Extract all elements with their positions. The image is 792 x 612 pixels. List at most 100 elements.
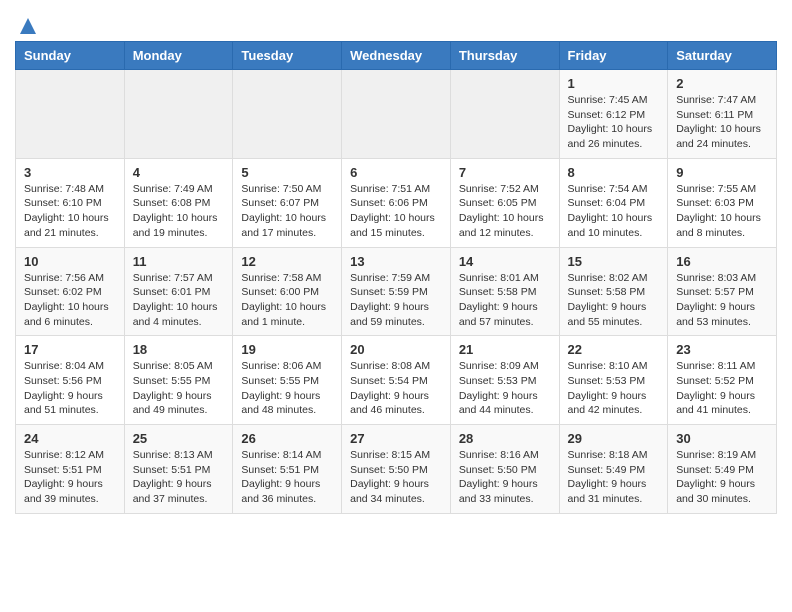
day-info: Sunrise: 7:58 AMSunset: 6:00 PMDaylight:… <box>241 272 326 328</box>
column-header-friday: Friday <box>559 42 668 70</box>
day-cell: 4 Sunrise: 7:49 AMSunset: 6:08 PMDaylight… <box>124 158 233 247</box>
day-info: Sunrise: 8:04 AMSunset: 5:56 PMDaylight:… <box>24 360 104 416</box>
day-info: Sunrise: 8:10 AMSunset: 5:53 PMDaylight:… <box>568 360 648 416</box>
week-row-2: 3 Sunrise: 7:48 AMSunset: 6:10 PMDaylight… <box>16 158 777 247</box>
day-number: 22 <box>568 342 660 357</box>
day-cell: 12 Sunrise: 7:58 AMSunset: 6:00 PMDayligh… <box>233 247 342 336</box>
day-number: 24 <box>24 431 116 446</box>
day-info: Sunrise: 8:11 AMSunset: 5:52 PMDaylight:… <box>676 360 755 416</box>
week-row-5: 24 Sunrise: 8:12 AMSunset: 5:51 PMDayligh… <box>16 425 777 514</box>
day-cell: 5 Sunrise: 7:50 AMSunset: 6:07 PMDaylight… <box>233 158 342 247</box>
day-number: 8 <box>568 165 660 180</box>
day-cell: 24 Sunrise: 8:12 AMSunset: 5:51 PMDayligh… <box>16 425 125 514</box>
day-cell: 25 Sunrise: 8:13 AMSunset: 5:51 PMDayligh… <box>124 425 233 514</box>
column-header-monday: Monday <box>124 42 233 70</box>
day-number: 19 <box>241 342 333 357</box>
day-cell: 8 Sunrise: 7:54 AMSunset: 6:04 PMDaylight… <box>559 158 668 247</box>
day-number: 21 <box>459 342 551 357</box>
day-number: 11 <box>133 254 225 269</box>
day-info: Sunrise: 8:19 AMSunset: 5:49 PMDaylight:… <box>676 449 756 505</box>
day-cell: 21Sunrise: 8:09 AMSunset: 5:53 PMDayligh… <box>450 336 559 425</box>
day-cell: 16 Sunrise: 8:03 AMSunset: 5:57 PMDayligh… <box>668 247 777 336</box>
day-number: 10 <box>24 254 116 269</box>
day-info: Sunrise: 7:57 AMSunset: 6:01 PMDaylight:… <box>133 272 218 328</box>
day-cell: 6 Sunrise: 7:51 AMSunset: 6:06 PMDaylight… <box>342 158 451 247</box>
day-info: Sunrise: 8:12 AMSunset: 5:51 PMDaylight:… <box>24 449 104 505</box>
day-number: 28 <box>459 431 551 446</box>
day-info: Sunrise: 8:02 AMSunset: 5:58 PMDaylight:… <box>568 272 648 328</box>
day-number: 18 <box>133 342 225 357</box>
day-number: 12 <box>241 254 333 269</box>
day-info: Sunrise: 8:16 AMSunset: 5:50 PMDaylight:… <box>459 449 539 505</box>
day-cell <box>342 70 451 159</box>
day-info: Sunrise: 8:15 AMSunset: 5:50 PMDaylight:… <box>350 449 430 505</box>
day-cell: 28 Sunrise: 8:16 AMSunset: 5:50 PMDayligh… <box>450 425 559 514</box>
day-number: 4 <box>133 165 225 180</box>
day-number: 6 <box>350 165 442 180</box>
day-info: Sunrise: 7:54 AMSunset: 6:04 PMDaylight:… <box>568 183 653 239</box>
column-header-sunday: Sunday <box>16 42 125 70</box>
day-info: Sunrise: 8:03 AMSunset: 5:57 PMDaylight:… <box>676 272 756 328</box>
day-info: Sunrise: 7:47 AMSunset: 6:11 PMDaylight:… <box>676 94 761 150</box>
day-number: 26 <box>241 431 333 446</box>
day-number: 13 <box>350 254 442 269</box>
day-cell <box>16 70 125 159</box>
day-info: Sunrise: 7:48 AMSunset: 6:10 PMDaylight:… <box>24 183 109 239</box>
header-row: SundayMondayTuesdayWednesdayThursdayFrid… <box>16 42 777 70</box>
day-info: Sunrise: 7:49 AMSunset: 6:08 PMDaylight:… <box>133 183 218 239</box>
day-info: Sunrise: 7:50 AMSunset: 6:07 PMDaylight:… <box>241 183 326 239</box>
day-cell: 14 Sunrise: 8:01 AMSunset: 5:58 PMDayligh… <box>450 247 559 336</box>
day-info: Sunrise: 8:13 AMSunset: 5:51 PMDaylight:… <box>133 449 213 505</box>
week-row-4: 17Sunrise: 8:04 AMSunset: 5:56 PMDayligh… <box>16 336 777 425</box>
day-number: 1 <box>568 76 660 91</box>
week-row-1: 1 Sunrise: 7:45 AMSunset: 6:12 PMDaylight… <box>16 70 777 159</box>
day-cell: 17Sunrise: 8:04 AMSunset: 5:56 PMDayligh… <box>16 336 125 425</box>
day-number: 30 <box>676 431 768 446</box>
day-cell: 2 Sunrise: 7:47 AMSunset: 6:11 PMDaylight… <box>668 70 777 159</box>
day-number: 5 <box>241 165 333 180</box>
day-cell <box>124 70 233 159</box>
day-cell: 27 Sunrise: 8:15 AMSunset: 5:50 PMDayligh… <box>342 425 451 514</box>
day-number: 7 <box>459 165 551 180</box>
day-info: Sunrise: 8:01 AMSunset: 5:58 PMDaylight:… <box>459 272 539 328</box>
day-number: 27 <box>350 431 442 446</box>
day-cell: 19 Sunrise: 8:06 AMSunset: 5:55 PMDayligh… <box>233 336 342 425</box>
day-cell: 26Sunrise: 8:14 AMSunset: 5:51 PMDayligh… <box>233 425 342 514</box>
header <box>15 15 777 33</box>
day-cell: 23 Sunrise: 8:11 AMSunset: 5:52 PMDayligh… <box>668 336 777 425</box>
day-cell <box>233 70 342 159</box>
day-cell: 15 Sunrise: 8:02 AMSunset: 5:58 PMDayligh… <box>559 247 668 336</box>
day-number: 29 <box>568 431 660 446</box>
day-cell: 7 Sunrise: 7:52 AMSunset: 6:05 PMDaylight… <box>450 158 559 247</box>
day-cell: 10Sunrise: 7:56 AMSunset: 6:02 PMDayligh… <box>16 247 125 336</box>
day-number: 2 <box>676 76 768 91</box>
day-info: Sunrise: 8:08 AMSunset: 5:54 PMDaylight:… <box>350 360 430 416</box>
day-info: Sunrise: 8:05 AMSunset: 5:55 PMDaylight:… <box>133 360 213 416</box>
day-number: 3 <box>24 165 116 180</box>
day-cell: 30 Sunrise: 8:19 AMSunset: 5:49 PMDayligh… <box>668 425 777 514</box>
day-info: Sunrise: 7:52 AMSunset: 6:05 PMDaylight:… <box>459 183 544 239</box>
column-header-tuesday: Tuesday <box>233 42 342 70</box>
day-number: 9 <box>676 165 768 180</box>
day-cell: 9Sunrise: 7:55 AMSunset: 6:03 PMDaylight… <box>668 158 777 247</box>
day-number: 15 <box>568 254 660 269</box>
day-number: 25 <box>133 431 225 446</box>
day-cell: 18 Sunrise: 8:05 AMSunset: 5:55 PMDayligh… <box>124 336 233 425</box>
day-number: 20 <box>350 342 442 357</box>
day-info: Sunrise: 8:06 AMSunset: 5:55 PMDaylight:… <box>241 360 321 416</box>
day-info: Sunrise: 7:45 AMSunset: 6:12 PMDaylight:… <box>568 94 653 150</box>
column-header-wednesday: Wednesday <box>342 42 451 70</box>
day-cell: 22 Sunrise: 8:10 AMSunset: 5:53 PMDayligh… <box>559 336 668 425</box>
logo <box>15 15 39 33</box>
column-header-thursday: Thursday <box>450 42 559 70</box>
day-cell: 3 Sunrise: 7:48 AMSunset: 6:10 PMDaylight… <box>16 158 125 247</box>
day-number: 16 <box>676 254 768 269</box>
logo-icon <box>17 15 39 37</box>
day-cell: 13Sunrise: 7:59 AMSunset: 5:59 PMDayligh… <box>342 247 451 336</box>
day-number: 23 <box>676 342 768 357</box>
day-number: 14 <box>459 254 551 269</box>
column-header-saturday: Saturday <box>668 42 777 70</box>
day-info: Sunrise: 8:18 AMSunset: 5:49 PMDaylight:… <box>568 449 648 505</box>
day-cell: 1 Sunrise: 7:45 AMSunset: 6:12 PMDaylight… <box>559 70 668 159</box>
day-info: Sunrise: 7:51 AMSunset: 6:06 PMDaylight:… <box>350 183 435 239</box>
